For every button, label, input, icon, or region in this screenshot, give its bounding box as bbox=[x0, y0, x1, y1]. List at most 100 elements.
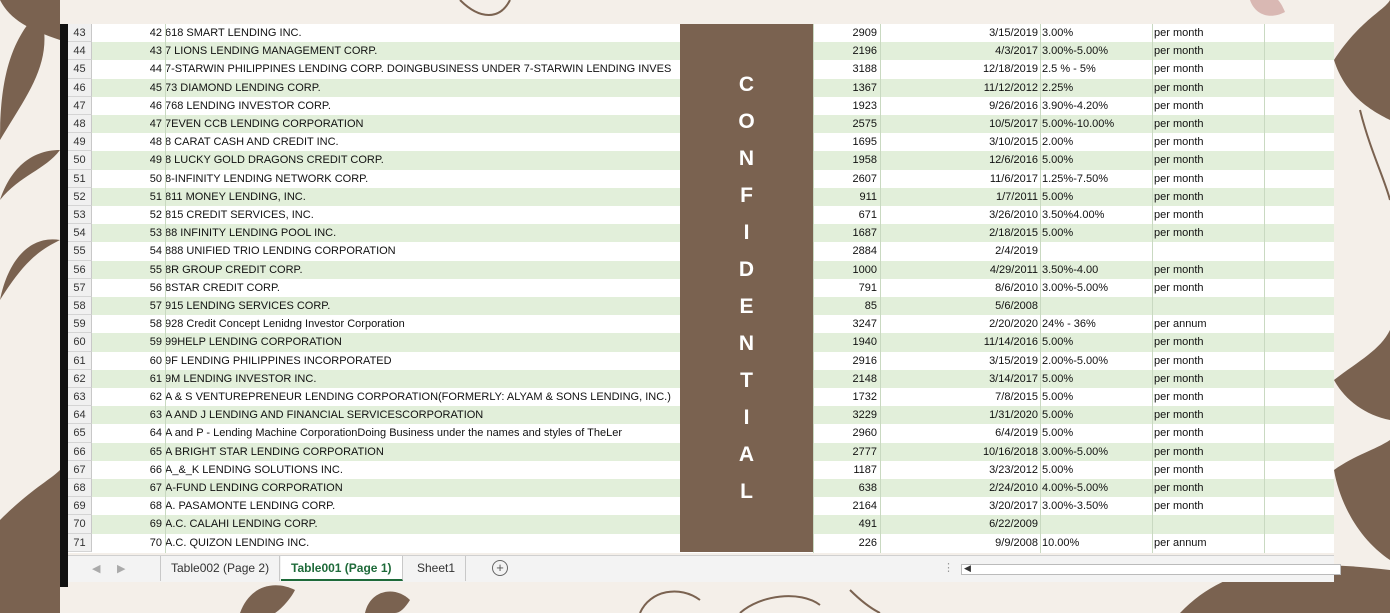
period-cell[interactable]: per month bbox=[1154, 443, 1264, 461]
period-cell[interactable]: per month bbox=[1154, 170, 1264, 188]
period-cell[interactable] bbox=[1154, 515, 1264, 533]
index-cell[interactable]: 54 bbox=[92, 242, 162, 260]
code-cell[interactable]: 3188 bbox=[813, 60, 877, 78]
code-cell[interactable]: 2916 bbox=[813, 352, 877, 370]
name-cell[interactable]: 73 DIAMOND LENDING CORP. bbox=[165, 79, 680, 97]
name-cell[interactable]: A AND J LENDING AND FINANCIAL SERVICESCO… bbox=[165, 406, 680, 424]
index-cell[interactable]: 44 bbox=[92, 60, 162, 78]
rate-cell[interactable] bbox=[1042, 242, 1152, 260]
code-cell[interactable]: 911 bbox=[813, 188, 877, 206]
rate-cell[interactable]: 5.00% bbox=[1042, 151, 1152, 169]
rate-cell[interactable]: 2.25% bbox=[1042, 79, 1152, 97]
rate-cell[interactable]: 24% - 36% bbox=[1042, 315, 1152, 333]
code-cell[interactable]: 1732 bbox=[813, 388, 877, 406]
row-header[interactable]: 65 bbox=[68, 424, 92, 443]
date-cell[interactable]: 6/22/2009 bbox=[880, 515, 1038, 533]
name-cell[interactable]: 618 SMART LENDING INC. bbox=[165, 24, 680, 42]
row-header[interactable]: 55 bbox=[68, 242, 92, 261]
row-header[interactable]: 70 bbox=[68, 515, 92, 534]
code-cell[interactable]: 3247 bbox=[813, 315, 877, 333]
index-cell[interactable]: 42 bbox=[92, 24, 162, 42]
rate-cell[interactable]: 3.00%-3.50% bbox=[1042, 497, 1152, 515]
period-cell[interactable] bbox=[1154, 297, 1264, 315]
name-cell[interactable]: 888 UNIFIED TRIO LENDING CORPORATION bbox=[165, 242, 680, 260]
name-cell[interactable]: 99HELP LENDING CORPORATION bbox=[165, 333, 680, 351]
date-cell[interactable]: 3/23/2012 bbox=[880, 461, 1038, 479]
row-header[interactable]: 67 bbox=[68, 460, 92, 479]
index-cell[interactable]: 68 bbox=[92, 497, 162, 515]
row-header[interactable]: 58 bbox=[68, 297, 92, 316]
period-cell[interactable]: per month bbox=[1154, 279, 1264, 297]
name-cell[interactable]: 8-INFINITY LENDING NETWORK CORP. bbox=[165, 170, 680, 188]
rate-cell[interactable]: 10.00% bbox=[1042, 534, 1152, 552]
rate-cell[interactable] bbox=[1042, 297, 1152, 315]
name-cell[interactable]: A.C. QUIZON LENDING INC. bbox=[165, 534, 680, 552]
row-header[interactable]: 52 bbox=[68, 187, 92, 206]
date-cell[interactable]: 12/6/2016 bbox=[880, 151, 1038, 169]
date-cell[interactable]: 9/26/2016 bbox=[880, 97, 1038, 115]
row-header[interactable]: 56 bbox=[68, 260, 92, 279]
code-cell[interactable]: 2575 bbox=[813, 115, 877, 133]
code-cell[interactable]: 671 bbox=[813, 206, 877, 224]
index-cell[interactable]: 46 bbox=[92, 97, 162, 115]
period-cell[interactable]: per month bbox=[1154, 424, 1264, 442]
period-cell[interactable]: per month bbox=[1154, 188, 1264, 206]
row-header[interactable]: 54 bbox=[68, 224, 92, 243]
name-cell[interactable]: 768 LENDING INVESTOR CORP. bbox=[165, 97, 680, 115]
period-cell[interactable]: per month bbox=[1154, 97, 1264, 115]
rate-cell[interactable]: 5.00% bbox=[1042, 188, 1152, 206]
index-cell[interactable]: 45 bbox=[92, 79, 162, 97]
code-cell[interactable]: 2884 bbox=[813, 242, 877, 260]
date-cell[interactable]: 10/16/2018 bbox=[880, 443, 1038, 461]
period-cell[interactable]: per month bbox=[1154, 224, 1264, 242]
index-cell[interactable]: 51 bbox=[92, 188, 162, 206]
code-cell[interactable]: 491 bbox=[813, 515, 877, 533]
name-cell[interactable]: 8STAR CREDIT CORP. bbox=[165, 279, 680, 297]
prev-sheet-icon[interactable]: ◀ bbox=[92, 562, 100, 575]
name-cell[interactable]: 915 LENDING SERVICES CORP. bbox=[165, 297, 680, 315]
row-header[interactable]: 69 bbox=[68, 497, 92, 516]
row-header[interactable]: 53 bbox=[68, 206, 92, 225]
row-header[interactable]: 62 bbox=[68, 369, 92, 388]
name-cell[interactable]: A and P - Lending Machine CorporationDoi… bbox=[165, 424, 680, 442]
date-cell[interactable]: 7/8/2015 bbox=[880, 388, 1038, 406]
horizontal-scrollbar[interactable]: ◀ bbox=[961, 563, 1341, 575]
name-cell[interactable]: A_&_K LENDING SOLUTIONS INC. bbox=[165, 461, 680, 479]
period-cell[interactable]: per month bbox=[1154, 461, 1264, 479]
period-cell[interactable]: per month bbox=[1154, 261, 1264, 279]
date-cell[interactable]: 12/18/2019 bbox=[880, 60, 1038, 78]
code-cell[interactable]: 1687 bbox=[813, 224, 877, 242]
code-cell[interactable]: 1367 bbox=[813, 79, 877, 97]
rate-cell[interactable]: 5.00% bbox=[1042, 424, 1152, 442]
next-sheet-icon[interactable]: ▶ bbox=[117, 562, 125, 575]
index-cell[interactable]: 61 bbox=[92, 370, 162, 388]
period-cell[interactable]: per month bbox=[1154, 479, 1264, 497]
rate-cell[interactable]: 5.00% bbox=[1042, 406, 1152, 424]
tab-sheet1[interactable]: Sheet1 bbox=[407, 556, 467, 581]
index-cell[interactable]: 69 bbox=[92, 515, 162, 533]
rate-cell[interactable]: 5.00%-10.00% bbox=[1042, 115, 1152, 133]
name-cell[interactable]: A.C. CALAHI LENDING CORP. bbox=[165, 515, 680, 533]
name-cell[interactable]: 7EVEN CCB LENDING CORPORATION bbox=[165, 115, 680, 133]
date-cell[interactable]: 3/10/2015 bbox=[880, 133, 1038, 151]
code-cell[interactable]: 1940 bbox=[813, 333, 877, 351]
index-cell[interactable]: 70 bbox=[92, 534, 162, 552]
scroll-left-icon[interactable]: ◀ bbox=[964, 563, 971, 574]
rate-cell[interactable]: 3.90%-4.20% bbox=[1042, 97, 1152, 115]
index-cell[interactable]: 52 bbox=[92, 206, 162, 224]
date-cell[interactable]: 3/15/2019 bbox=[880, 24, 1038, 42]
name-cell[interactable]: 815 CREDIT SERVICES, INC. bbox=[165, 206, 680, 224]
row-header[interactable]: 68 bbox=[68, 479, 92, 498]
period-cell[interactable]: per month bbox=[1154, 388, 1264, 406]
name-cell[interactable]: A & S VENTUREPRENEUR LENDING CORPORATION… bbox=[165, 388, 680, 406]
index-cell[interactable]: 66 bbox=[92, 461, 162, 479]
name-cell[interactable]: 928 Credit Concept Lenidng Investor Corp… bbox=[165, 315, 680, 333]
period-cell[interactable]: per month bbox=[1154, 115, 1264, 133]
row-header[interactable]: 60 bbox=[68, 333, 92, 352]
date-cell[interactable]: 9/9/2008 bbox=[880, 534, 1038, 552]
period-cell[interactable]: per month bbox=[1154, 333, 1264, 351]
name-cell[interactable]: 88 INFINITY LENDING POOL INC. bbox=[165, 224, 680, 242]
row-header[interactable]: 59 bbox=[68, 315, 92, 334]
row-header[interactable]: 66 bbox=[68, 442, 92, 461]
rate-cell[interactable]: 5.00% bbox=[1042, 388, 1152, 406]
